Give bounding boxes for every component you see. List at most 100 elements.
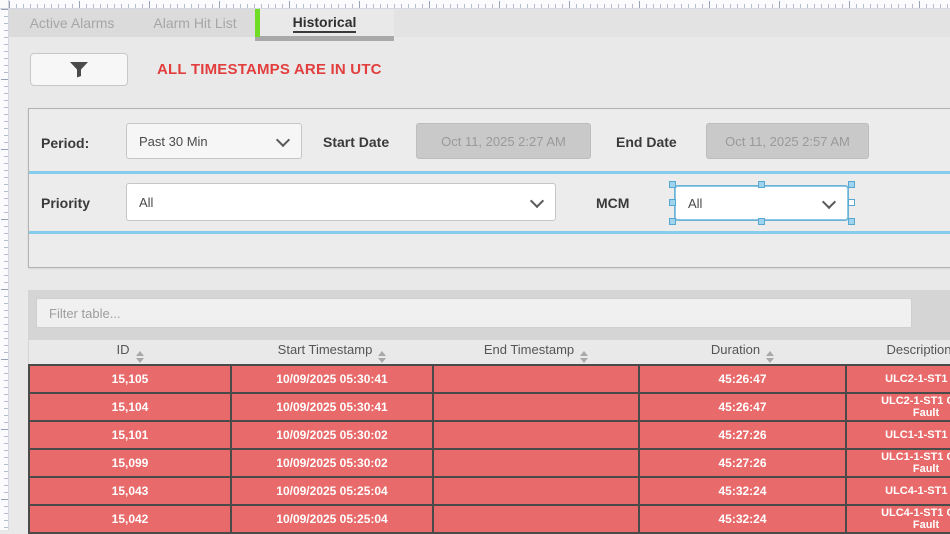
cell-id: 15,105 <box>29 365 231 393</box>
tab-active-alarms[interactable]: Active Alarms <box>9 9 135 37</box>
cell-end-timestamp <box>433 449 639 477</box>
designer-canvas: { "tabs": [ {"label": "Active Alarms", "… <box>0 0 950 530</box>
cell-duration: 45:26:47 <box>639 393 846 421</box>
column-header-label: ID <box>117 342 130 357</box>
cell-description: ULC1-1-ST1 Com Fault <box>846 449 950 477</box>
cell-duration: 45:32:24 <box>639 505 846 533</box>
table-row[interactable]: 15,104 10/09/2025 05:30:41 45:26:47 ULC2… <box>29 393 950 421</box>
column-header-label: Description <box>886 342 950 357</box>
cell-start-timestamp: 10/09/2025 05:30:02 <box>231 449 433 477</box>
selection-handle-ne[interactable] <box>848 181 855 188</box>
panel-divider-blue <box>29 171 950 174</box>
table-row[interactable]: 15,099 10/09/2025 05:30:02 45:27:26 ULC1… <box>29 449 950 477</box>
table-row[interactable]: 15,042 10/09/2025 05:25:04 45:32:24 ULC4… <box>29 505 950 533</box>
cell-id: 15,042 <box>29 505 231 533</box>
selection-handle-e[interactable] <box>848 199 855 206</box>
table-row[interactable]: 15,105 10/09/2025 05:30:41 45:26:47 ULC2… <box>29 365 950 393</box>
chevron-down-icon <box>530 194 544 208</box>
table-row[interactable]: 15,101 10/09/2025 05:30:02 45:27:26 ULC1… <box>29 421 950 449</box>
tab-bar: Active Alarms Alarm Hit List Historical <box>9 9 950 37</box>
cell-end-timestamp <box>433 505 639 533</box>
selection-handle-se[interactable] <box>848 218 855 225</box>
filter-panel: Period: Past 30 Min Start Date Oct 11, 2… <box>28 108 950 268</box>
cell-description: ULC2-1-ST1 Tip <box>846 365 950 393</box>
funnel-icon <box>69 61 89 78</box>
alarm-table-body: 15,105 10/09/2025 05:30:41 45:26:47 ULC2… <box>29 365 950 533</box>
cell-start-timestamp: 10/09/2025 05:30:41 <box>231 365 433 393</box>
selection-handle-w[interactable] <box>669 199 676 206</box>
column-header-duration[interactable]: Duration <box>639 340 846 365</box>
cell-start-timestamp: 10/09/2025 05:30:41 <box>231 393 433 421</box>
alarm-table: ID Start Timestamp End Timestamp Duration De… <box>28 340 950 534</box>
end-date-field: Oct 11, 2025 2:57 AM <box>706 123 869 159</box>
active-tab-underline <box>255 36 394 41</box>
column-header-label: Duration <box>711 342 760 357</box>
cell-end-timestamp <box>433 421 639 449</box>
start-date-field: Oct 11, 2025 2:27 AM <box>416 123 591 159</box>
priority-select[interactable]: All <box>126 183 556 221</box>
horizontal-ruler <box>9 0 950 9</box>
tab-historical[interactable]: Historical <box>255 9 394 37</box>
vertical-ruler <box>0 9 9 530</box>
selection-handle-n[interactable] <box>758 181 765 188</box>
cell-id: 15,104 <box>29 393 231 421</box>
table-filter-input[interactable] <box>36 298 912 328</box>
alarm-table-header-row: ID Start Timestamp End Timestamp Duration De… <box>29 340 950 365</box>
column-header-end[interactable]: End Timestamp <box>433 340 639 365</box>
sort-icon[interactable] <box>136 351 144 363</box>
start-date-label: Start Date <box>323 134 389 150</box>
tab-label: Active Alarms <box>30 15 115 31</box>
tab-label: Historical <box>293 14 357 33</box>
period-select[interactable]: Past 30 Min <box>126 123 302 159</box>
panel-divider-blue <box>29 231 950 234</box>
cell-duration: 45:27:26 <box>639 449 846 477</box>
column-header-start[interactable]: Start Timestamp <box>231 340 433 365</box>
sort-icon[interactable] <box>580 351 588 363</box>
cell-duration: 45:26:47 <box>639 365 846 393</box>
chevron-down-icon <box>276 133 290 147</box>
selection-handle-nw[interactable] <box>669 181 676 188</box>
selection-handle-sw[interactable] <box>669 218 676 225</box>
column-header-description[interactable]: Description <box>846 340 950 365</box>
cell-duration: 45:27:26 <box>639 421 846 449</box>
sort-icon[interactable] <box>378 351 386 363</box>
tab-bar-filler <box>394 9 950 37</box>
cell-description: ULC4-1-ST1 Tip <box>846 477 950 505</box>
period-label: Period: <box>41 135 89 151</box>
cell-end-timestamp <box>433 393 639 421</box>
mcm-select[interactable]: All <box>675 186 848 220</box>
column-header-label: Start Timestamp <box>278 342 373 357</box>
tab-alarm-hit-list[interactable]: Alarm Hit List <box>135 9 255 37</box>
tab-label: Alarm Hit List <box>153 15 236 31</box>
cell-id: 15,099 <box>29 449 231 477</box>
cell-start-timestamp: 10/09/2025 05:25:04 <box>231 505 433 533</box>
cell-start-timestamp: 10/09/2025 05:25:04 <box>231 477 433 505</box>
priority-label: Priority <box>41 195 90 211</box>
mcm-label: MCM <box>596 195 629 211</box>
end-date-label: End Date <box>616 134 677 150</box>
cell-start-timestamp: 10/09/2025 05:30:02 <box>231 421 433 449</box>
ruler-corner <box>0 0 9 9</box>
cell-id: 15,101 <box>29 421 231 449</box>
column-header-label: End Timestamp <box>484 342 574 357</box>
cell-description: ULC4-1-ST1 Com Fault <box>846 505 950 533</box>
mcm-select-value: All <box>688 196 702 211</box>
sort-icon[interactable] <box>766 351 774 363</box>
selection-handle-s[interactable] <box>758 218 765 225</box>
column-header-id[interactable]: ID <box>29 340 231 365</box>
table-row[interactable]: 15,043 10/09/2025 05:25:04 45:32:24 ULC4… <box>29 477 950 505</box>
cell-end-timestamp <box>433 365 639 393</box>
cell-end-timestamp <box>433 477 639 505</box>
cell-id: 15,043 <box>29 477 231 505</box>
priority-select-value: All <box>139 195 153 210</box>
period-select-value: Past 30 Min <box>139 134 208 149</box>
chevron-down-icon <box>822 195 836 209</box>
alarm-table-container: ID Start Timestamp End Timestamp Duration De… <box>28 290 950 530</box>
mcm-select-selection: All <box>669 181 855 225</box>
cell-description: ULC2-1-ST1 Com Fault <box>846 393 950 421</box>
active-tab-accent-bar <box>255 9 260 37</box>
cell-duration: 45:32:24 <box>639 477 846 505</box>
cell-description: ULC1-1-ST1 Tip <box>846 421 950 449</box>
filter-toggle-button[interactable] <box>30 53 128 86</box>
utc-notice-text: ALL TIMESTAMPS ARE IN UTC <box>157 61 382 78</box>
